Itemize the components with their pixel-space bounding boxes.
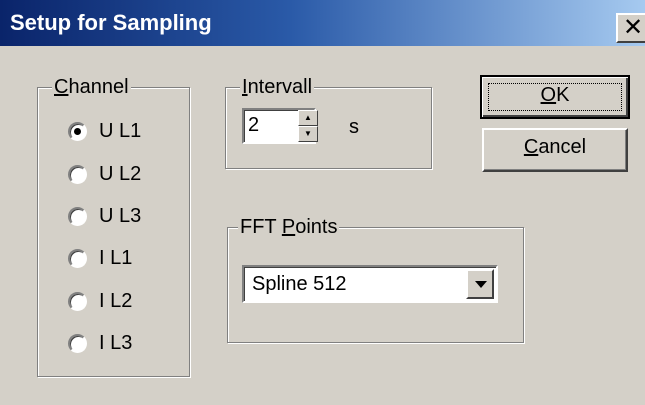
interval-label-rest: ntervall xyxy=(247,76,313,98)
radio-i-l1[interactable]: I L1 xyxy=(68,245,132,271)
radio-label: U L1 xyxy=(99,119,142,142)
radio-u-l1[interactable]: U L1 xyxy=(68,118,141,144)
fft-label-rest: oints xyxy=(295,216,338,238)
radio-indicator xyxy=(68,291,87,311)
radio-label: I L1 xyxy=(99,246,133,269)
interval-group: Intervall 2 ▲ ▼ s xyxy=(225,75,432,169)
interval-group-label: Intervall xyxy=(240,75,315,99)
cancel-label-rest: ancel xyxy=(538,136,587,158)
close-icon: ✕ xyxy=(623,14,644,41)
channel-label-rest: hannel xyxy=(68,76,129,98)
radio-indicator xyxy=(68,164,87,184)
fft-points-group: FFT Points Spline 512 xyxy=(227,215,524,343)
radio-indicator xyxy=(68,248,87,268)
cancel-button-label: Cancel xyxy=(524,136,586,158)
radio-i-l2[interactable]: I L2 xyxy=(68,288,132,314)
ok-label-rest: K xyxy=(556,84,570,106)
radio-u-l2[interactable]: U L2 xyxy=(68,161,141,187)
radio-i-l3[interactable]: I L3 xyxy=(68,330,132,356)
fft-label-prefix: FFT xyxy=(240,216,282,238)
close-button[interactable]: ✕ xyxy=(616,13,645,43)
spin-up-button[interactable]: ▲ xyxy=(298,110,318,126)
chevron-down-icon xyxy=(475,281,487,288)
radio-indicator xyxy=(68,333,87,353)
radio-indicator xyxy=(68,206,87,226)
radio-label: U L3 xyxy=(99,204,142,227)
radio-selected-dot xyxy=(74,127,81,135)
interval-unit-label: s xyxy=(349,116,359,138)
setup-sampling-dialog: Setup for Sampling ✕ Channel U L1 U L2 U… xyxy=(0,0,645,405)
fft-points-group-label: FFT Points xyxy=(238,215,340,239)
arrow-down-icon: ▼ xyxy=(304,129,312,138)
radio-label: I L3 xyxy=(99,331,133,354)
radio-label: U L2 xyxy=(99,162,142,185)
ok-button[interactable]: OK xyxy=(480,75,630,119)
dropdown-arrow-button[interactable] xyxy=(466,269,494,299)
fft-points-selected-value: Spline 512 xyxy=(252,273,347,295)
cancel-button[interactable]: Cancel xyxy=(482,128,628,172)
arrow-up-icon: ▲ xyxy=(304,113,312,122)
channel-label-mnemonic: C xyxy=(54,76,69,98)
channel-group: Channel U L1 U L2 U L3 I L1 I L2 I L3 xyxy=(37,75,190,377)
interval-spinner: ▲ ▼ xyxy=(298,110,318,142)
channel-group-label: Channel xyxy=(52,75,131,99)
spin-down-button[interactable]: ▼ xyxy=(298,126,318,142)
title-bar[interactable]: Setup for Sampling ✕ xyxy=(0,0,645,46)
fft-points-dropdown[interactable]: Spline 512 xyxy=(242,265,498,303)
radio-indicator xyxy=(68,121,87,141)
fft-label-mnemonic: P xyxy=(281,216,296,238)
radio-label: I L2 xyxy=(99,289,133,312)
radio-u-l3[interactable]: U L3 xyxy=(68,203,141,229)
cancel-label-mnemonic: C xyxy=(523,136,539,158)
ok-button-label: OK xyxy=(482,81,628,109)
dialog-title: Setup for Sampling xyxy=(10,10,212,35)
ok-label-mnemonic: O xyxy=(540,84,557,106)
